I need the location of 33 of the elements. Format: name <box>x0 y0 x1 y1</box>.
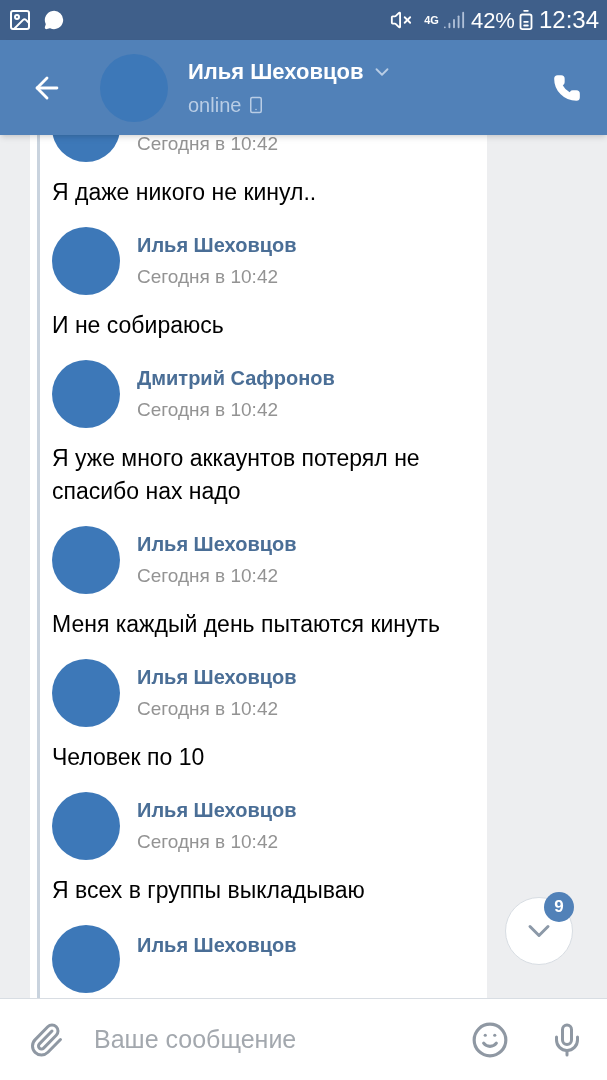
author-name[interactable]: Илья Шеховцов <box>137 931 297 959</box>
message-time: Сегодня в 10:42 <box>137 697 279 721</box>
message-text: Я всех в группы выкладываю <box>52 876 366 905</box>
author-name[interactable]: Илья Шеховцов <box>137 530 297 558</box>
message-composer[interactable]: Ваше сообщение <box>0 998 607 1080</box>
call-button[interactable] <box>553 73 581 102</box>
message-time: Сегодня в 10:42 <box>137 398 279 422</box>
message-text: Я даже никого не кинул.. <box>52 178 318 207</box>
clock: 12:34 <box>538 5 599 35</box>
message-text: Человек по 10 <box>52 743 206 772</box>
author-name[interactable]: Илья Шеховцов <box>137 796 297 824</box>
network-type: 4G <box>424 14 439 26</box>
battery-percent: 42% <box>470 6 515 35</box>
emoji-button[interactable] <box>471 1020 509 1059</box>
unread-badge: 9 <box>544 892 574 922</box>
chat-bubble-icon <box>44 10 64 30</box>
message-time: Сегодня в 10:42 <box>137 265 279 289</box>
message-time: Сегодня в 10:42 <box>137 564 279 588</box>
signal-icon <box>442 9 465 31</box>
message-input[interactable]: Ваше сообщение <box>94 1020 471 1059</box>
online-status: online <box>188 93 242 118</box>
message-time: Сегодня в 10:42 <box>137 135 278 156</box>
message-text: Меня каждый день пытаются кинуть <box>52 610 442 639</box>
message-text: Я уже много аккаунтов потерял не спасибо нах надо <box>52 444 421 506</box>
contact-name[interactable]: Илья Шеховцов <box>188 55 364 88</box>
message-time: Сегодня в 10:42 <box>137 830 279 854</box>
author-name[interactable]: Илья Шеховцов <box>137 231 297 259</box>
message-text: И не собираюсь <box>52 311 225 340</box>
mute-icon <box>390 9 413 31</box>
author-name[interactable]: Илья Шеховцов <box>137 663 297 691</box>
image-icon <box>8 8 32 32</box>
attach-button[interactable] <box>28 1021 64 1058</box>
author-name[interactable]: Дмитрий Сафронов <box>137 364 335 392</box>
